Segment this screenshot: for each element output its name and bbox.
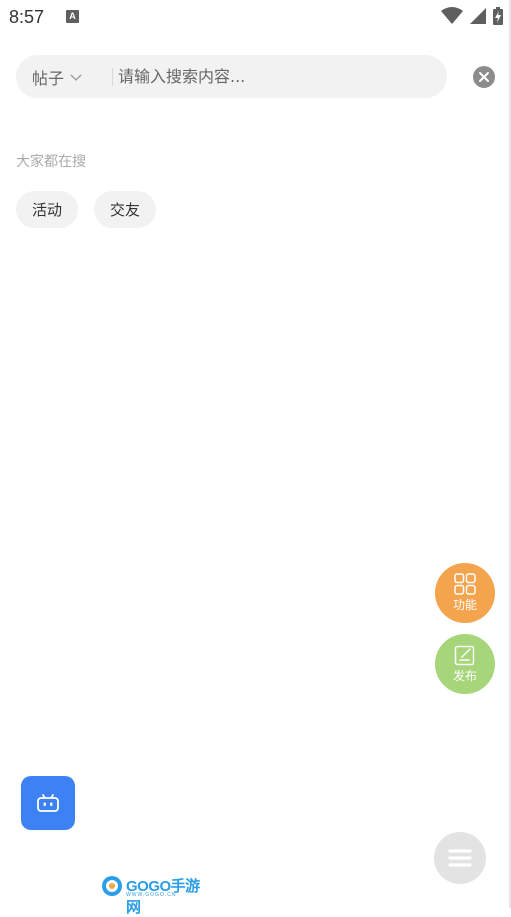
notification-a-glyph: A bbox=[69, 11, 76, 21]
hot-search-tags: 活动 交友 bbox=[16, 191, 157, 228]
search-input[interactable] bbox=[118, 55, 438, 98]
hot-search-title: 大家都在搜 bbox=[16, 154, 86, 170]
hot-tag-friends[interactable]: 交友 bbox=[94, 191, 157, 228]
scope-divider bbox=[112, 68, 113, 86]
chevron-down-icon bbox=[70, 74, 82, 81]
clear-search-button[interactable] bbox=[473, 66, 495, 88]
status-bar: 8:57 A bbox=[0, 0, 511, 34]
signal-icon bbox=[470, 8, 486, 24]
battery-charging-icon bbox=[493, 7, 503, 25]
robot-assistant-button[interactable] bbox=[21, 776, 75, 830]
search-scope-dropdown[interactable]: 帖子 bbox=[32, 55, 82, 98]
functions-label: 功能 bbox=[452, 598, 477, 612]
notification-a-icon: A bbox=[66, 10, 79, 23]
watermark-url: WWW.GOGO.CN bbox=[126, 892, 177, 898]
publish-button[interactable]: 发布 bbox=[435, 634, 495, 694]
hot-tag-activity[interactable]: 活动 bbox=[16, 191, 79, 228]
wifi-icon bbox=[441, 7, 463, 24]
status-time: 8:57 bbox=[9, 7, 45, 27]
menu-button[interactable] bbox=[434, 832, 486, 884]
menu-icon bbox=[448, 849, 472, 867]
status-icons bbox=[441, 7, 503, 25]
search-bar: 帖子 bbox=[16, 55, 447, 98]
functions-button[interactable]: 功能 bbox=[435, 563, 495, 623]
watermark-emblem-icon bbox=[102, 876, 122, 896]
watermark-logo: GOGO手游网 WWW.GOGO.CN bbox=[100, 874, 202, 916]
grid-icon bbox=[454, 573, 476, 595]
search-scope-label: 帖子 bbox=[32, 68, 65, 88]
publish-label: 发布 bbox=[452, 669, 477, 683]
edit-icon bbox=[454, 645, 475, 666]
close-circle-icon bbox=[479, 72, 489, 82]
robot-icon bbox=[37, 794, 59, 812]
